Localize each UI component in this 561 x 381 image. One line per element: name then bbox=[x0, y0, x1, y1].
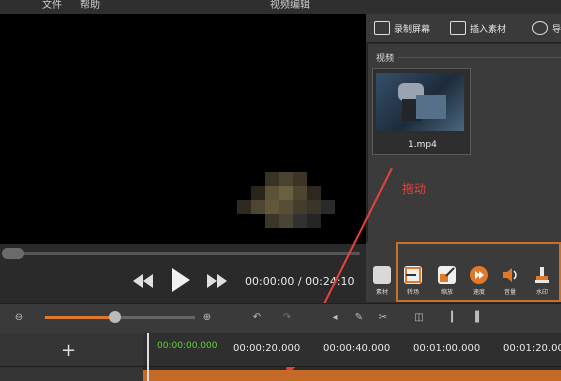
zoom-slider-handle[interactable] bbox=[109, 311, 121, 323]
effect-material[interactable]: 素材 bbox=[369, 266, 395, 296]
video-clip[interactable] bbox=[143, 370, 561, 381]
effect-label: 水印 bbox=[535, 289, 548, 296]
effect-transition[interactable]: 转场 bbox=[400, 266, 426, 296]
delete-icon[interactable]: ◫ bbox=[412, 312, 426, 324]
zoom-in-icon[interactable]: ⊕ bbox=[200, 312, 214, 324]
bars-alt-icon[interactable]: ▌ bbox=[472, 312, 486, 324]
volume-icon bbox=[501, 266, 519, 284]
effect-volume[interactable]: 音量 bbox=[497, 266, 523, 296]
effect-label: 素材 bbox=[375, 289, 388, 296]
ruler-tick: 00:00:20.000 bbox=[233, 343, 301, 354]
effect-label: 缩放 bbox=[440, 289, 453, 296]
ruler-tick: 00:01:20.000 bbox=[503, 343, 561, 354]
timeline-start-time: 00:00:00.000 bbox=[157, 341, 218, 351]
effect-label: 速度 bbox=[472, 289, 485, 296]
zoom-slider-fill bbox=[45, 316, 115, 319]
zoom-out-icon[interactable]: ⊖ bbox=[12, 312, 26, 324]
effect-label: 音量 bbox=[503, 289, 516, 296]
redo-icon[interactable]: ↷ bbox=[280, 312, 294, 324]
watermark-icon bbox=[533, 266, 551, 284]
camera-icon bbox=[373, 266, 391, 284]
track-divider bbox=[0, 366, 561, 367]
undo-icon[interactable]: ↶ bbox=[250, 312, 264, 324]
zoom-icon bbox=[438, 266, 456, 284]
playhead[interactable] bbox=[147, 333, 149, 381]
ruler-tick: 00:01:00.000 bbox=[413, 343, 481, 354]
effect-label: 转场 bbox=[406, 289, 419, 296]
ruler-tick: 00:00:40.000 bbox=[323, 343, 391, 354]
transition-icon bbox=[404, 266, 422, 284]
timeline-ruler[interactable]: 00:00:00.000 00:00:20.000 00:00:40.000 0… bbox=[143, 333, 561, 367]
cut-icon[interactable]: ✂ bbox=[376, 312, 390, 324]
effect-zoom[interactable]: 缩放 bbox=[434, 266, 460, 296]
effect-watermark[interactable]: 水印 bbox=[529, 266, 555, 296]
add-track-icon[interactable]: + bbox=[61, 340, 76, 361]
effect-speed[interactable]: 速度 bbox=[466, 266, 492, 296]
edit-icon[interactable]: ✎ bbox=[352, 312, 366, 324]
bars-icon[interactable]: ▎ bbox=[448, 312, 462, 324]
speed-icon bbox=[470, 266, 488, 284]
audio-icon[interactable]: ◂ bbox=[328, 312, 342, 324]
